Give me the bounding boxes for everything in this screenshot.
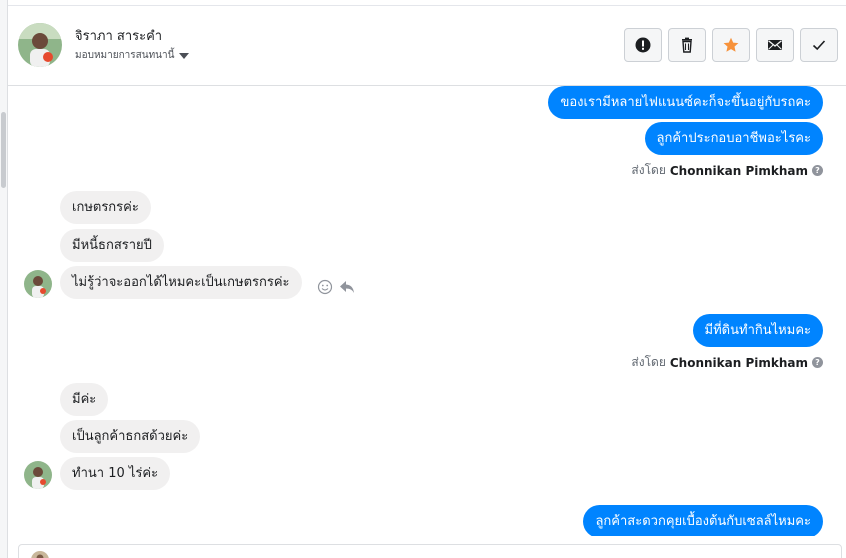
sent-by-label: ส่งโดย Chonnikan Pimkham ? <box>631 353 823 372</box>
contact-avatar[interactable] <box>18 23 62 67</box>
message-thread[interactable]: ของเรามีหลายไฟแนนซ์คะก็จะขึ้นอยู่กับรถคะ… <box>8 86 846 536</box>
message-bubble-incoming[interactable]: เป็นลูกค้าธกสด้วยค่ะ <box>60 420 201 453</box>
scrollbar-thumb[interactable] <box>1 112 6 188</box>
message-bubble-incoming[interactable]: มีหนี้ธกสรายปี <box>60 229 164 262</box>
contact-avatar-small[interactable] <box>24 270 52 298</box>
star-icon <box>723 37 739 52</box>
reply-icon[interactable] <box>338 278 356 296</box>
mark-done-button[interactable] <box>800 28 838 62</box>
conversation-header: จิราภา สาระคำ มอบหมายการสนทนานี้ <box>8 6 846 86</box>
envelope-icon <box>768 40 782 50</box>
mark-unread-button[interactable] <box>756 28 794 62</box>
emoji-react-icon[interactable] <box>316 278 334 296</box>
message-bubble-outgoing[interactable]: ลูกค้าประกอบอาชีพอะไรคะ <box>644 122 823 155</box>
assign-label: มอบหมายการสนทนานี้ <box>75 50 175 61</box>
help-icon[interactable]: ? <box>812 357 823 368</box>
message-bubble-outgoing[interactable]: มีที่ดินทำกินไหมคะ <box>692 314 823 347</box>
message-bubble-outgoing[interactable]: ลูกค้าสะดวกคุยเบื้องต้นกับเซลล์ไหมคะ <box>583 505 823 536</box>
exclamation-icon <box>635 37 651 53</box>
caret-down-icon <box>179 53 190 59</box>
contact-name[interactable]: จิราภา สาระคำ <box>75 25 162 46</box>
spam-button[interactable] <box>624 28 662 62</box>
contact-avatar-small[interactable] <box>24 461 52 489</box>
message-bubble-incoming[interactable]: มีค่ะ <box>60 383 109 416</box>
sender-name[interactable]: Chonnikan Pimkham <box>670 164 808 178</box>
message-actions <box>316 278 356 296</box>
sent-by-label: ส่งโดย Chonnikan Pimkham ? <box>631 161 823 180</box>
delete-button[interactable] <box>668 28 706 62</box>
message-bubble-incoming[interactable]: เกษตรกรค่ะ <box>60 191 151 224</box>
agent-avatar <box>31 551 49 558</box>
sent-by-prefix: ส่งโดย <box>631 355 666 369</box>
message-bubble-incoming[interactable]: ไม่รู้ว่าจะออกได้ไหมคะเป็นเกษตรกรค่ะ <box>60 266 302 299</box>
message-bubble-outgoing[interactable]: ของเรามีหลายไฟแนนซ์คะก็จะขึ้นอยู่กับรถคะ <box>548 86 823 119</box>
message-composer[interactable] <box>18 544 842 558</box>
left-scrollbar[interactable] <box>0 0 8 558</box>
star-button[interactable] <box>712 28 750 62</box>
conversation-toolbar <box>624 28 838 62</box>
checkmark-icon <box>812 40 826 51</box>
sent-by-prefix: ส่งโดย <box>631 163 666 177</box>
trash-icon <box>682 37 692 53</box>
assign-conversation-dropdown[interactable]: มอบหมายการสนทนานี้ <box>75 48 190 63</box>
sender-name[interactable]: Chonnikan Pimkham <box>670 356 808 370</box>
help-icon[interactable]: ? <box>812 165 823 176</box>
message-bubble-incoming[interactable]: ทำนา 10 ไร่ค่ะ <box>60 457 171 490</box>
